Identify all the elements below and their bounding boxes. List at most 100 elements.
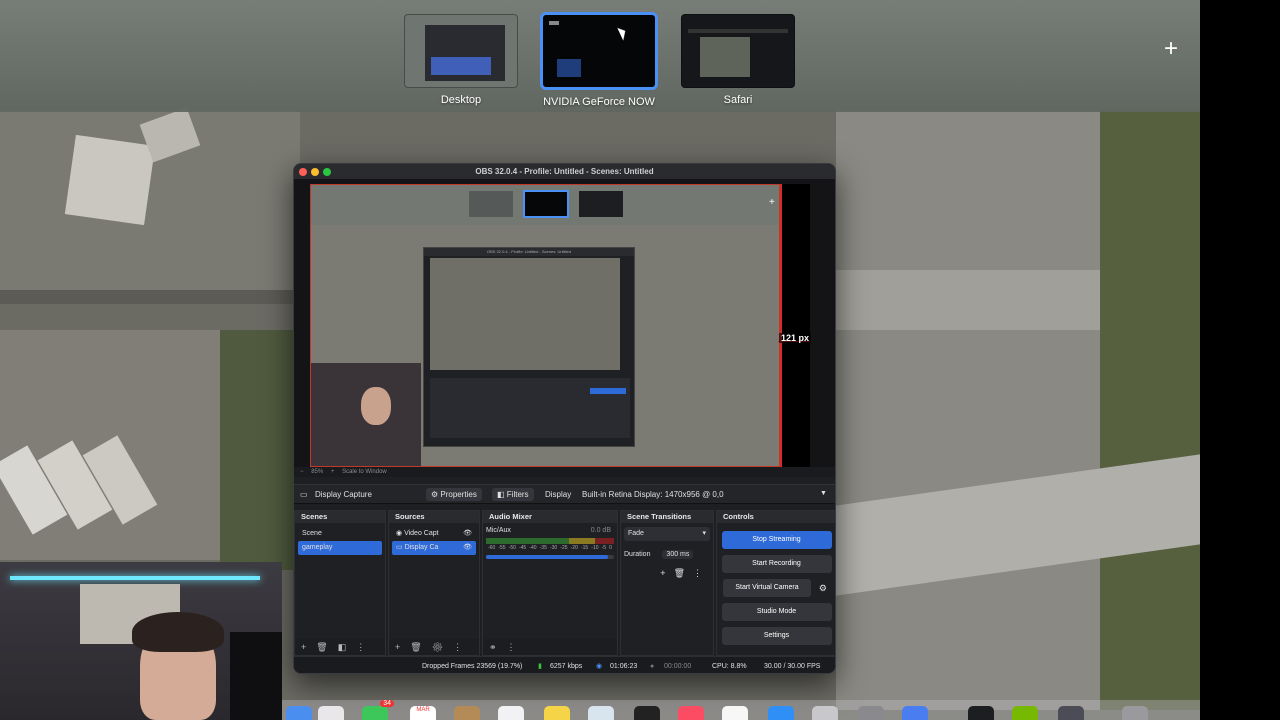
- nested-face: [361, 387, 391, 425]
- meter-tick: -10: [591, 545, 599, 551]
- scene-item[interactable]: gameplay: [298, 541, 382, 555]
- calendar-icon[interactable]: MAR: [410, 706, 436, 720]
- scene-item[interactable]: Scene: [298, 527, 382, 541]
- tv-icon[interactable]: [634, 706, 660, 720]
- meter-tick: -35: [539, 545, 547, 551]
- space-desktop[interactable]: Desktop: [404, 14, 518, 106]
- window-title: OBS 32.0.4 - Profile: Untitled - Scenes:…: [475, 167, 654, 176]
- transition-select[interactable]: Fade ▾: [624, 527, 710, 541]
- channel-name: Mic/Aux: [486, 527, 511, 534]
- space-thumbnail: [540, 12, 658, 90]
- gear-icon[interactable]: ⚙: [819, 583, 827, 594]
- filter-icon[interactable]: ◧: [338, 642, 357, 652]
- news-icon[interactable]: [722, 706, 748, 720]
- music-icon[interactable]: [678, 706, 704, 720]
- webcam-overlay: [0, 562, 282, 720]
- start-virtual-camera-button[interactable]: Start Virtual Camera: [723, 579, 811, 597]
- nested-preview: [430, 258, 620, 370]
- space-label: Desktop: [440, 94, 482, 106]
- camera-icon: ◉: [396, 530, 405, 537]
- meter-tick: 0: [609, 545, 612, 551]
- space-geforce-now[interactable]: NVIDIA GeForce NOW: [540, 12, 658, 108]
- space-safari[interactable]: Safari: [681, 14, 795, 106]
- stop-streaming-button[interactable]: Stop Streaming: [721, 531, 832, 549]
- wallpaper-trees: [1100, 110, 1200, 710]
- close-icon[interactable]: [299, 168, 307, 176]
- trash-icon[interactable]: 🗑: [410, 642, 431, 652]
- source-name: Video Capt: [404, 530, 439, 537]
- chevron-down-icon: ▾: [702, 530, 706, 537]
- geforce-now-icon[interactable]: [1012, 706, 1038, 720]
- settings-app-icon[interactable]: [812, 706, 838, 720]
- link-icon[interactable]: ⚭: [489, 642, 507, 652]
- display-icon: ▭: [396, 544, 405, 551]
- preview-canvas[interactable]: + OBS 32.0.4 - Profile: Untitled - Scene…: [310, 184, 780, 467]
- add-icon[interactable]: +: [395, 642, 410, 652]
- filters-button[interactable]: ◧ Filters: [492, 488, 534, 501]
- messages-icon[interactable]: 34: [362, 700, 394, 720]
- space-label: NVIDIA GeForce NOW: [543, 96, 655, 108]
- nested-space-thumb: [579, 191, 623, 217]
- properties-button[interactable]: ⚙ Properties: [426, 488, 482, 501]
- studio-mode-button[interactable]: Studio Mode: [721, 603, 832, 621]
- meter-tick: -15: [580, 545, 589, 551]
- obs-app-icon[interactable]: [968, 706, 994, 720]
- trash-icon[interactable]: 🗑: [316, 642, 337, 652]
- gear-icon[interactable]: ⚙: [432, 642, 453, 652]
- more-icon[interactable]: ⋮: [693, 568, 710, 578]
- add-icon[interactable]: +: [660, 568, 673, 578]
- plus-icon[interactable]: +: [1160, 37, 1182, 61]
- photos-icon[interactable]: [318, 706, 344, 720]
- bitrate: 6257 kbps: [550, 663, 583, 670]
- app-store-icon[interactable]: [768, 706, 794, 720]
- meter-tick: -40: [529, 545, 537, 551]
- zoom-plus-icon[interactable]: +: [331, 469, 335, 475]
- minimize-icon[interactable]: [311, 168, 319, 176]
- sources-footer: +🗑⚙⋮: [389, 639, 479, 655]
- nested-docks: [430, 378, 630, 438]
- settings-button[interactable]: Settings: [721, 627, 832, 645]
- meter-tick: -5: [601, 545, 607, 551]
- source-item[interactable]: ◉ Video Capt 👁: [392, 527, 476, 541]
- zoom-icon[interactable]: [323, 168, 331, 176]
- preview-panel[interactable]: + OBS 32.0.4 - Profile: Untitled - Scene…: [294, 180, 835, 467]
- zoom-minus-icon[interactable]: −: [300, 469, 304, 475]
- add-icon[interactable]: +: [301, 642, 316, 652]
- controls-title: Controls: [717, 511, 835, 523]
- notes-icon[interactable]: [544, 706, 570, 720]
- meter-tick: -60: [488, 545, 496, 551]
- led-strip: [10, 576, 260, 580]
- notes-app-icon[interactable]: [454, 706, 480, 720]
- stream-time: 01:06:23: [610, 663, 638, 670]
- reminders-icon[interactable]: [498, 706, 524, 720]
- eye-icon[interactable]: 👁: [463, 527, 472, 541]
- display-label: Display: [545, 490, 572, 499]
- more-icon[interactable]: ⋮: [356, 642, 375, 652]
- display-select[interactable]: Built-in Retina Display: 1470x956 @ 0,0: [582, 490, 724, 499]
- scale-mode[interactable]: Scale to Window: [342, 469, 387, 475]
- space-thumbnail: [681, 14, 795, 88]
- utility-icon[interactable]: [858, 706, 884, 720]
- trash-icon[interactable]: 🗑: [674, 568, 693, 578]
- more-icon[interactable]: ⋮: [453, 642, 472, 652]
- nested-title: OBS 32.0.4 - Profile: Untitled - Scenes:…: [424, 248, 634, 256]
- more-icon[interactable]: ⋮: [507, 642, 526, 652]
- source-item[interactable]: ▭ Display Ca 👁: [392, 541, 476, 555]
- trash-icon[interactable]: [1122, 706, 1148, 720]
- eye-icon[interactable]: 👁: [463, 541, 472, 555]
- duration-input[interactable]: 300 ms: [662, 550, 694, 559]
- cpu-usage: CPU: 8.8%: [712, 663, 747, 670]
- preview-app-icon[interactable]: [588, 706, 614, 720]
- finder-icon[interactable]: [286, 706, 312, 720]
- chevron-down-icon[interactable]: ▼: [820, 490, 827, 497]
- nested-space-thumb: [469, 191, 513, 217]
- sources-title: Sources: [389, 511, 479, 523]
- source-toolbar: ▭ Display Capture ⚙ Properties ◧ Filters…: [294, 484, 835, 504]
- mission-control-bar: Desktop NVIDIA GeForce NOW Safari +: [0, 0, 1200, 112]
- start-recording-button[interactable]: Start Recording: [721, 555, 832, 573]
- folder-icon[interactable]: [902, 706, 928, 720]
- volume-slider[interactable]: [486, 555, 614, 559]
- source-name: Display Ca: [404, 544, 439, 551]
- space-label: Safari: [723, 94, 753, 106]
- app-icon[interactable]: [1058, 706, 1084, 720]
